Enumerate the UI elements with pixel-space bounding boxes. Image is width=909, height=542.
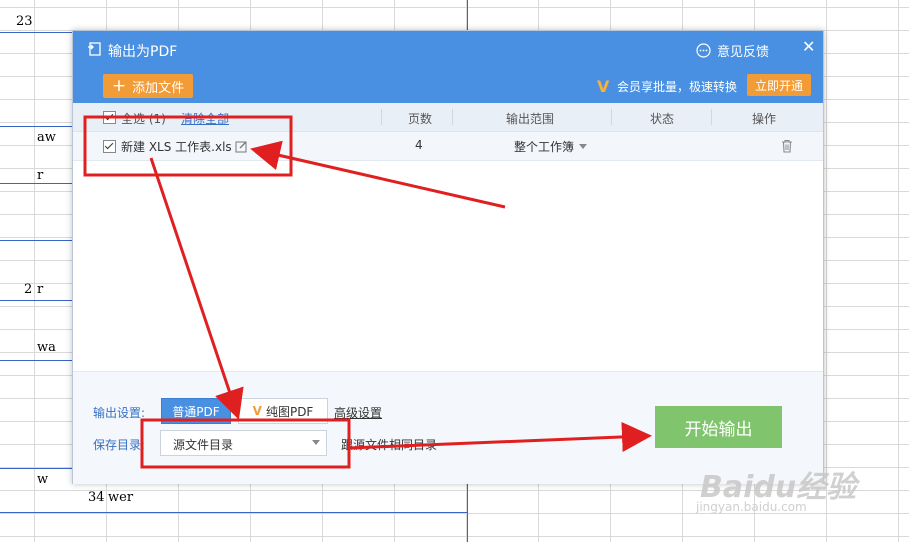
- range-value: 整个工作簿: [514, 140, 575, 154]
- dialog-title: 输出为PDF: [108, 44, 178, 60]
- col-header-range: 输出范围: [506, 112, 555, 126]
- vip-icon: V: [597, 77, 610, 96]
- col-header-action: 操作: [752, 112, 777, 126]
- chevron-down-icon: [579, 144, 588, 149]
- sheet-cell[interactable]: wer: [108, 490, 133, 505]
- output-settings-label: 输出设置:: [93, 406, 146, 420]
- sheet-cell[interactable]: 2: [24, 282, 32, 297]
- col-header-pages: 页数: [408, 112, 433, 126]
- open-membership-button[interactable]: 立即开通: [747, 74, 811, 96]
- normal-pdf-button[interactable]: 普通PDF: [161, 398, 231, 424]
- sheet-cell[interactable]: aw: [37, 130, 56, 145]
- save-dir-label: 保存目录:: [93, 438, 146, 452]
- sheet-cell[interactable]: r: [37, 168, 43, 183]
- add-file-button[interactable]: + 添加文件: [103, 74, 193, 98]
- baidu-watermark-url: jingyan.baidu.com: [696, 500, 807, 514]
- clear-all-link[interactable]: 清除全部: [181, 110, 229, 127]
- feedback-label: 意见反馈: [717, 45, 770, 60]
- sheet-row-border: [0, 512, 468, 513]
- save-dir-value: 源文件目录: [173, 438, 234, 452]
- column-divider: [381, 109, 382, 125]
- rename-icon[interactable]: [235, 140, 248, 153]
- chevron-down-icon: [312, 440, 320, 445]
- file-table-header: 全选 (1) 清除全部 页数 输出范围 状态 操作: [73, 103, 823, 132]
- column-divider: [611, 109, 612, 125]
- col-header-status: 状态: [650, 112, 675, 126]
- pdf-export-icon: [88, 42, 101, 56]
- column-divider: [452, 109, 453, 125]
- row-checkbox[interactable]: [103, 140, 116, 153]
- export-pdf-dialog: 输出为PDF 意见反馈 ✕ + 添加文件 V 会员享批量，极速转换 立即开通 全…: [72, 30, 824, 484]
- sheet-cell[interactable]: w: [37, 472, 48, 487]
- select-all-checkbox[interactable]: [103, 111, 116, 124]
- start-export-button[interactable]: 开始输出: [655, 406, 782, 448]
- feedback-link[interactable]: 意见反馈: [696, 41, 769, 60]
- add-file-label: 添加文件: [132, 80, 185, 96]
- sheet-cell[interactable]: wa: [37, 340, 56, 355]
- file-name: 新建 XLS 工作表.xls: [121, 140, 232, 154]
- select-all-label: 全选 (1): [121, 112, 166, 126]
- vip-icon: V: [252, 404, 262, 418]
- chat-bubble-icon: [696, 43, 711, 58]
- range-dropdown[interactable]: 整个工作簿: [514, 138, 588, 155]
- save-dir-hint: 跟源文件相同目录: [341, 438, 438, 452]
- advanced-settings-link[interactable]: 高级设置: [334, 404, 382, 421]
- sheet-cell[interactable]: 23: [16, 14, 33, 29]
- sheet-cell[interactable]: r: [37, 282, 43, 297]
- table-row[interactable]: 新建 XLS 工作表.xls 4 整个工作簿: [73, 132, 823, 161]
- plus-icon: +: [111, 75, 127, 96]
- image-pdf-button[interactable]: V 纯图PDF: [238, 398, 328, 424]
- close-icon[interactable]: ✕: [802, 37, 815, 56]
- sheet-cell[interactable]: 34: [88, 490, 105, 505]
- dialog-titlebar: 输出为PDF 意见反馈 ✕ + 添加文件 V 会员享批量，极速转换 立即开通: [73, 31, 823, 103]
- column-divider: [711, 109, 712, 125]
- page-count: 4: [415, 138, 423, 152]
- trash-icon[interactable]: [781, 139, 793, 153]
- image-pdf-label: 纯图PDF: [265, 404, 314, 419]
- save-dir-select[interactable]: 源文件目录: [160, 430, 327, 456]
- vip-promo-text: 会员享批量，极速转换: [617, 80, 738, 94]
